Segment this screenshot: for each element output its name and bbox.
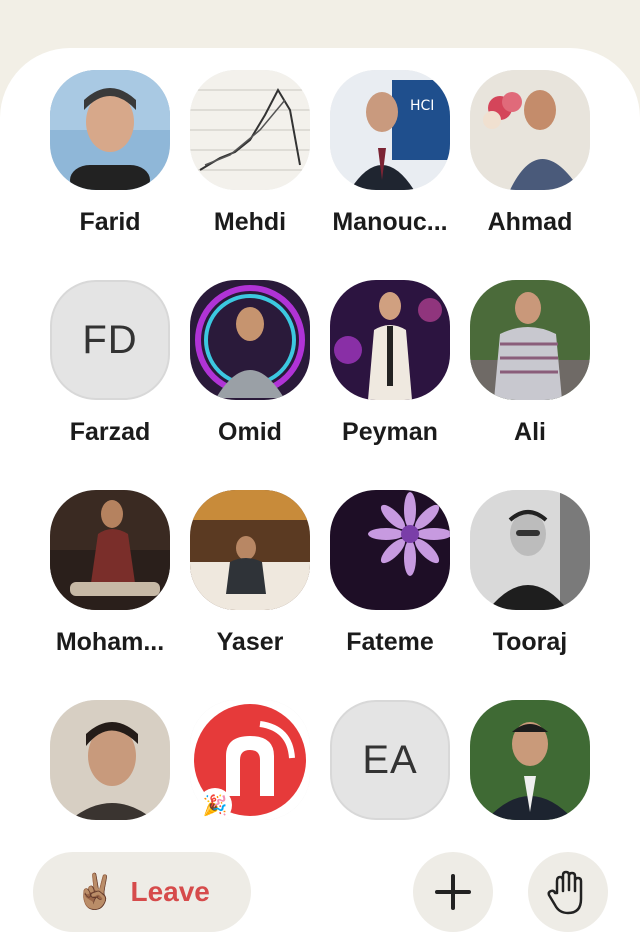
add-button[interactable] <box>413 852 493 932</box>
participant-tile[interactable]: FD Farzad <box>0 210 170 446</box>
participant-tile[interactable] <box>420 630 590 840</box>
raise-hand-icon <box>547 870 583 915</box>
party-badge: 🎉 <box>198 788 232 822</box>
peace-hand-icon: ✌🏽 <box>74 873 117 911</box>
participant-tile[interactable] <box>0 630 170 840</box>
participant-tile[interactable]: Ali <box>420 210 590 446</box>
participant-tile[interactable]: Ahmad <box>420 0 590 236</box>
participant-tile[interactable]: Tooraj <box>420 420 590 656</box>
participant-tile[interactable]: 🎉 <box>140 630 310 840</box>
participant-tile[interactable]: Farid <box>0 0 170 236</box>
leave-label: Leave <box>130 876 210 907</box>
participant-tile[interactable]: Moham... <box>0 420 170 656</box>
leave-button[interactable]: ✌🏽 Leave <box>33 852 251 932</box>
participant-tile[interactable]: Peyman <box>280 210 450 446</box>
avatar[interactable] <box>470 490 590 610</box>
avatar[interactable] <box>470 700 590 820</box>
participant-tile[interactable]: Yaser <box>140 420 310 656</box>
plus-icon <box>435 874 471 910</box>
raise-hand-button[interactable] <box>528 852 608 932</box>
participant-tile[interactable]: EA <box>280 630 450 840</box>
participant-tile[interactable]: HCI Manouc... <box>280 0 450 236</box>
participant-tile[interactable]: Mehdi <box>140 0 310 236</box>
avatar[interactable] <box>470 70 590 190</box>
participant-tile[interactable]: Fateme <box>280 420 450 656</box>
participant-tile[interactable]: Omid <box>140 210 310 446</box>
avatar[interactable] <box>470 280 590 400</box>
